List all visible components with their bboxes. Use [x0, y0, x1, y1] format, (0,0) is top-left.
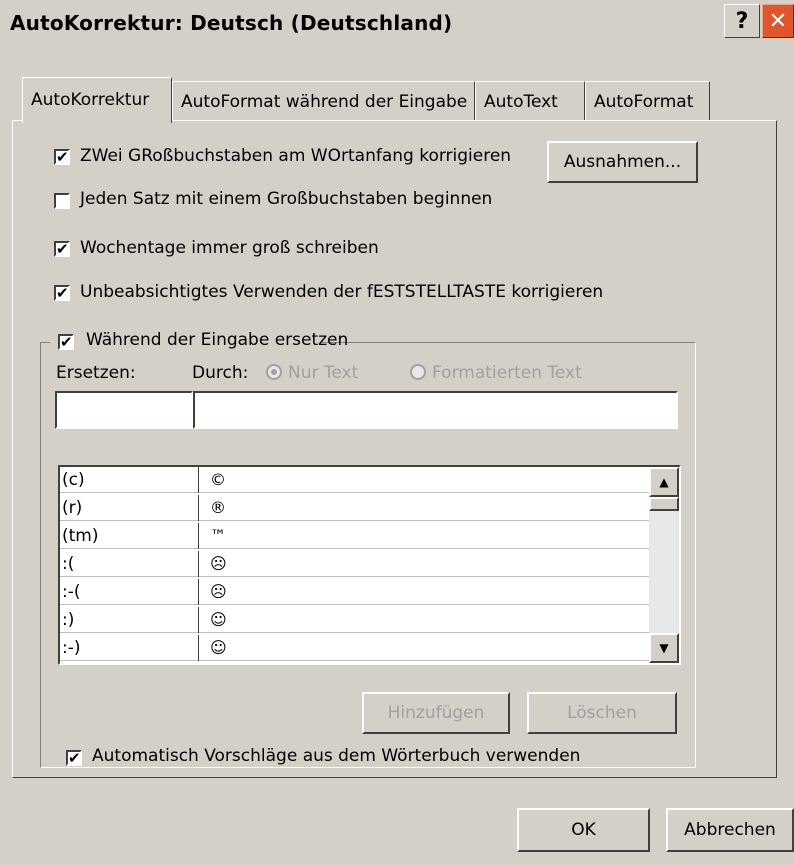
replace-checkbox[interactable]: ✔ [58, 334, 74, 350]
entry-to: ☹ [210, 554, 227, 573]
ok-button[interactable]: OK [517, 808, 650, 852]
tab-autokorrektur[interactable]: AutoKorrektur [22, 77, 172, 123]
list-scrollbar[interactable]: ▲ ▼ [649, 467, 679, 663]
entry-to: ☹ [210, 582, 227, 601]
column-divider [198, 635, 199, 661]
column-divider [198, 607, 199, 633]
help-button[interactable]: ? [724, 4, 760, 38]
two-caps-label: ZWei GRoßbuchstaben am WOrtanfang korrig… [80, 146, 512, 166]
with-label: Durch: [192, 363, 249, 383]
replace-label: Ersetzen: [56, 363, 136, 383]
replace-group-legend: ✔ Während der Eingabe ersetzen [50, 330, 348, 354]
capslock-label: Unbeabsichtigtes Verwenden der fESTSTELL… [80, 282, 604, 302]
list-item[interactable]: :-) ☺ [60, 635, 649, 661]
entry-to: ™ [210, 526, 226, 545]
entry-to: © [210, 470, 226, 489]
delete-button[interactable]: Löschen [527, 692, 677, 734]
tab-autotext[interactable]: AutoText [475, 81, 585, 121]
column-divider [198, 495, 199, 521]
scroll-up-button[interactable]: ▲ [649, 467, 679, 497]
list-item[interactable]: (c) © [60, 467, 649, 493]
tab-autoformat-eingabe[interactable]: AutoFormat während der Eingabe [172, 81, 475, 121]
entry-to: ☺ [210, 638, 227, 657]
column-divider [198, 551, 199, 577]
list-item[interactable]: (r) ® [60, 495, 649, 521]
radio-formatted-text[interactable] [410, 364, 426, 380]
entry-to: ® [210, 498, 226, 517]
column-divider [198, 467, 199, 493]
scroll-down-button[interactable]: ▼ [649, 633, 679, 663]
entry-from: :( [62, 554, 75, 574]
column-divider [198, 523, 199, 549]
radio-dot [271, 369, 277, 375]
suggestions-checkbox[interactable]: ✔ [66, 750, 82, 766]
exceptions-button[interactable]: Ausnahmen... [547, 141, 698, 183]
entry-from: :-) [62, 638, 81, 658]
close-button[interactable]: ✕ [762, 4, 794, 38]
with-input[interactable] [193, 391, 678, 429]
radio-plain-label: Nur Text [288, 363, 359, 383]
replacement-list[interactable]: (c) © (r) ® (tm) ™ :( ☹ :-( ☹ :) ☺ :-) ☺ ▲ ▼ [58, 465, 681, 665]
entry-from: (r) [62, 498, 83, 518]
list-item[interactable]: :( ☹ [60, 551, 649, 577]
up-arrow-icon: ▲ [659, 475, 669, 489]
two-caps-checkbox[interactable]: ✔ [54, 149, 70, 165]
check-icon: ✔ [68, 749, 81, 767]
list-item[interactable]: :-( ☹ [60, 579, 649, 605]
weekdays-checkbox[interactable]: ✔ [54, 241, 70, 257]
sentence-cap-label: Jeden Satz mit einem Großbuchstaben begi… [80, 189, 493, 209]
entry-from: (c) [62, 470, 85, 490]
add-button[interactable]: Hinzufügen [362, 692, 510, 734]
cancel-button[interactable]: Abbrechen [666, 808, 794, 852]
window-title: AutoKorrektur: Deutsch (Deutschland) [10, 11, 453, 35]
close-icon: ✕ [768, 8, 788, 34]
list-item[interactable]: (tm) ™ [60, 523, 649, 549]
sentence-cap-checkbox[interactable] [54, 193, 70, 209]
capslock-checkbox[interactable]: ✔ [54, 285, 70, 301]
suggestions-label: Automatisch Vorschläge aus dem Wörterbuc… [92, 746, 581, 766]
radio-formatted-label: Formatierten Text [432, 363, 582, 383]
entry-to: ☺ [210, 610, 227, 629]
weekdays-label: Wochentage immer groß schreiben [80, 238, 379, 258]
list-item[interactable]: :) ☺ [60, 607, 649, 633]
check-icon: ✔ [60, 333, 73, 351]
entry-from: :-( [62, 582, 81, 602]
down-arrow-icon: ▼ [659, 641, 669, 655]
replace-group-label: Während der Eingabe ersetzen [86, 330, 349, 350]
entry-from: (tm) [62, 526, 99, 546]
radio-plain-text[interactable] [266, 364, 282, 380]
help-icon: ? [735, 8, 749, 34]
check-icon: ✔ [56, 284, 69, 302]
tab-autoformat[interactable]: AutoFormat [585, 81, 710, 121]
check-icon: ✔ [56, 240, 69, 258]
entry-from: :) [62, 610, 75, 630]
column-divider [198, 579, 199, 605]
scroll-thumb[interactable] [649, 497, 679, 511]
check-icon: ✔ [56, 148, 69, 166]
title-bar: AutoKorrektur: Deutsch (Deutschland) ? ✕ [0, 0, 794, 46]
replace-input[interactable] [55, 391, 193, 429]
